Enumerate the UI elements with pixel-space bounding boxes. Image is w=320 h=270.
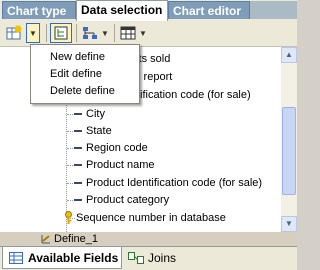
hierarchy-icon (83, 27, 97, 39)
tab-data-selection[interactable]: Data selection (76, 0, 168, 21)
define-menu-dropdown[interactable]: ▼ (26, 23, 40, 43)
toolbar-separator (114, 24, 115, 42)
fields-grid-icon (9, 252, 23, 264)
tree-item-state[interactable]: State (74, 122, 112, 140)
field-icon (74, 164, 82, 167)
tab-strip-filler (250, 1, 297, 19)
selected-define-label: Define_1 (54, 233, 99, 245)
key-icon (65, 211, 72, 225)
tree-item-product-category[interactable]: Product category (74, 191, 169, 209)
tree-view-button[interactable] (50, 23, 72, 43)
toolbar-separator (46, 24, 47, 42)
field-icon (74, 182, 82, 185)
menu-item-new-define[interactable]: New define (50, 49, 105, 65)
scroll-down-button[interactable]: ▼ (281, 216, 297, 232)
tree-item-product-name[interactable]: Product name (74, 156, 154, 174)
define-icon (41, 235, 50, 244)
tree-item-sequence-number[interactable]: Sequence number in database (64, 209, 226, 227)
tree-item-region-code[interactable]: Region code (74, 139, 148, 157)
field-icon (74, 147, 82, 150)
bottom-tab-strip: Available Fields Joins (0, 246, 297, 270)
chevron-down-icon: ▼ (139, 28, 147, 38)
tree-item-city[interactable]: City (74, 105, 105, 123)
tree-item-partial[interactable]: ification code (for sale) (140, 86, 251, 104)
chevron-down-icon: ▼ (29, 28, 37, 38)
top-tab-strip: Chart type Data selection Chart editor (0, 0, 297, 21)
tree-view-icon (54, 26, 68, 40)
menu-item-edit-define[interactable]: Edit define (50, 66, 102, 82)
field-icon (74, 199, 82, 202)
field-icon (74, 113, 82, 116)
hierarchy-button[interactable] (80, 23, 100, 43)
chevron-down-icon: ▼ (285, 219, 293, 228)
chevron-up-icon: ▲ (285, 50, 293, 59)
tree-item-product-id-code[interactable]: Product Identification code (for sale) (74, 174, 262, 192)
tab-chart-editor[interactable]: Chart editor (168, 1, 250, 19)
table-icon (120, 26, 136, 40)
add-define-icon (6, 25, 22, 40)
tab-available-fields[interactable]: Available Fields (2, 247, 122, 269)
chevron-down-icon: ▼ (101, 28, 109, 38)
define-menu: New define Edit define Delete define (30, 44, 140, 104)
tree-scrollbar[interactable]: ▲ ▼ (281, 47, 297, 232)
selected-define-bar[interactable]: Define_1 (0, 232, 297, 246)
toolbar: ▼ ▼ ▼ (0, 20, 297, 47)
menu-item-delete-define[interactable]: Delete define (50, 83, 115, 99)
tab-joins[interactable]: Joins (124, 247, 176, 269)
hierarchy-dropdown[interactable]: ▼ (100, 23, 110, 43)
field-icon (74, 130, 82, 133)
table-dropdown[interactable]: ▼ (138, 23, 148, 43)
add-define-button[interactable] (4, 23, 24, 43)
tab-chart-type[interactable]: Chart type (2, 1, 76, 19)
scroll-up-button[interactable]: ▲ (281, 47, 297, 63)
tree-item-partial[interactable]: s report (135, 68, 172, 86)
toolbar-separator (76, 24, 77, 42)
table-button[interactable] (118, 23, 138, 43)
scroll-thumb[interactable] (282, 107, 296, 195)
joins-icon (128, 252, 144, 264)
